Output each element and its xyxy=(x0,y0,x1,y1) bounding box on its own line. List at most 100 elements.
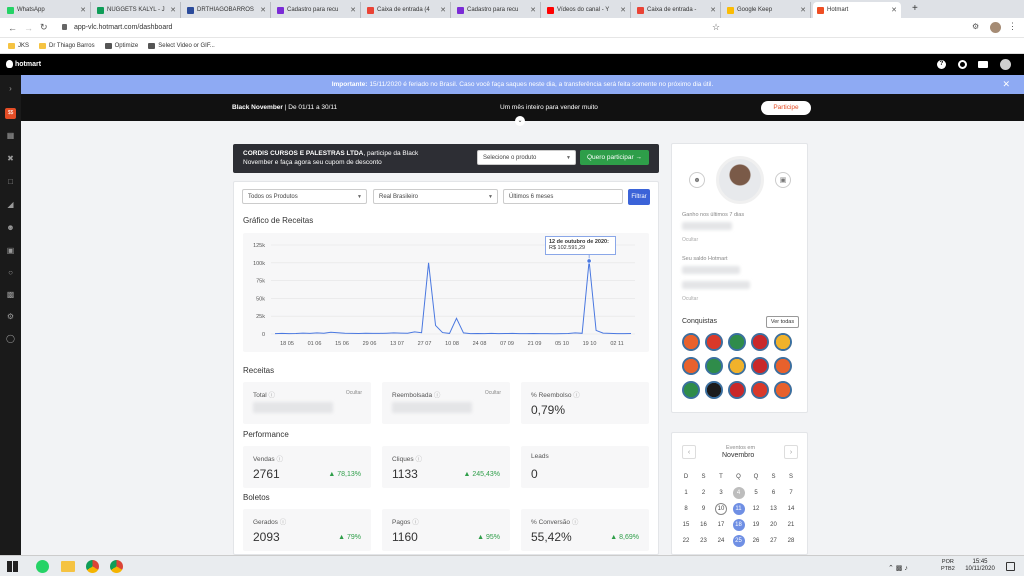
grid-icon[interactable]: ▦ xyxy=(5,130,16,141)
achievement-badge-icon[interactable] xyxy=(682,333,700,351)
user-avatar[interactable] xyxy=(1000,59,1011,70)
calendar-day[interactable]: 3 xyxy=(715,487,727,499)
calendar-day[interactable]: 26 xyxy=(750,535,762,547)
bookmark[interactable]: Select Video or GIF... xyxy=(148,42,215,49)
calendar-day[interactable]: 16 xyxy=(698,519,710,531)
filter-button[interactable]: Filtrar xyxy=(628,189,650,205)
chrome-taskbar-icon-2[interactable] xyxy=(110,560,123,573)
calendar-day[interactable]: 10 xyxy=(715,503,727,515)
browser-tab[interactable]: DRTHIAGOBARROS ✕ xyxy=(183,2,271,18)
calendar-day[interactable]: 12 xyxy=(750,503,762,515)
hotmart-logo[interactable]: hotmart xyxy=(6,60,41,68)
chevron-down-icon[interactable]: ⌄ xyxy=(515,116,525,126)
browser-tab[interactable]: Hotmart ✕ xyxy=(813,2,901,18)
user-profile-icon[interactable]: ☻ xyxy=(689,172,705,188)
calendar-day[interactable]: 13 xyxy=(768,503,780,515)
cart-icon[interactable]: ◢ xyxy=(5,199,16,210)
keyboard-language[interactable]: POR PTB2 xyxy=(941,559,955,573)
prev-month-button[interactable]: ‹ xyxy=(682,445,696,459)
browser-tab[interactable]: NUGGETS KALYL - J ✕ xyxy=(93,2,181,18)
browser-tab[interactable]: WhatsApp ✕ xyxy=(3,2,91,18)
box-icon[interactable]: □ xyxy=(5,176,16,187)
bookmark[interactable]: JKS xyxy=(8,42,29,49)
back-icon[interactable]: ← xyxy=(8,23,17,33)
achievement-badge-icon[interactable] xyxy=(728,357,746,375)
ocultar-link[interactable]: Ocultar xyxy=(682,296,698,302)
browser-tab[interactable]: Cadastro para recu ✕ xyxy=(273,2,361,18)
calendar-day[interactable]: 22 xyxy=(680,535,692,547)
tab-close-icon[interactable]: ✕ xyxy=(710,6,716,14)
calendar-day[interactable]: 6 xyxy=(768,487,780,499)
achievement-badge-icon[interactable] xyxy=(751,333,769,351)
achievement-badge-icon[interactable] xyxy=(682,357,700,375)
support-icon[interactable] xyxy=(958,60,967,69)
tab-close-icon[interactable]: ✕ xyxy=(440,6,446,14)
tab-close-icon[interactable]: ✕ xyxy=(891,6,897,14)
folder-taskbar-icon[interactable] xyxy=(61,561,75,572)
calendar-day[interactable]: 19 xyxy=(750,519,762,531)
calendar-day[interactable]: 2 xyxy=(698,487,710,499)
browser-tab[interactable]: Caixa de entrada (4 ✕ xyxy=(363,2,451,18)
chat-icon[interactable] xyxy=(978,61,988,68)
new-tab-icon[interactable]: + xyxy=(912,3,918,14)
calendar-day[interactable]: 24 xyxy=(715,535,727,547)
period-filter[interactable]: Últimos 6 meses xyxy=(503,189,623,204)
participar-button[interactable]: Quero participar → xyxy=(580,150,649,165)
forward-icon[interactable]: → xyxy=(24,23,33,33)
money-icon[interactable]: ○ xyxy=(5,267,16,278)
system-tray-icons[interactable]: ⌃ ▩ ♪ xyxy=(888,564,908,572)
currency-filter[interactable]: Real Brasileiro ▼ xyxy=(373,189,498,204)
menu-icon[interactable]: ⋮ xyxy=(1008,21,1017,32)
achievement-badge-icon[interactable] xyxy=(751,381,769,399)
achievement-badge-icon[interactable] xyxy=(774,333,792,351)
participe-button[interactable]: Participe xyxy=(761,101,811,115)
calendar-day[interactable]: 1 xyxy=(680,487,692,499)
browser-tab[interactable]: Google Keep ✕ xyxy=(723,2,811,18)
address-bar[interactable]: app-vlc.hotmart.com/dashboard xyxy=(74,24,172,31)
calendar-day[interactable]: 25 xyxy=(732,535,745,547)
expand-nav-icon[interactable]: › xyxy=(5,83,16,94)
products-filter[interactable]: Todos os Produtos ▼ xyxy=(242,189,367,204)
help-icon[interactable]: ? xyxy=(937,60,946,69)
calendar-day[interactable]: 28 xyxy=(785,535,797,547)
achievement-badge-icon[interactable] xyxy=(705,333,723,351)
calendar-day[interactable]: 17 xyxy=(715,519,727,531)
achievement-badge-icon[interactable] xyxy=(682,381,700,399)
calendar-day[interactable]: 27 xyxy=(768,535,780,547)
notifications-icon[interactable] xyxy=(1006,562,1015,571)
tab-close-icon[interactable]: ✕ xyxy=(260,6,266,14)
calendar-day[interactable]: 15 xyxy=(680,519,692,531)
calendar-day[interactable]: 14 xyxy=(785,503,797,515)
browser-tab[interactable]: Caixa de entrada - ✕ xyxy=(633,2,721,18)
achievement-badge-icon[interactable] xyxy=(705,381,723,399)
messages-icon[interactable]: ▣ xyxy=(5,245,16,256)
messages-icon[interactable]: ▣ xyxy=(775,172,791,188)
whatsapp-taskbar-icon[interactable] xyxy=(36,560,49,573)
tab-close-icon[interactable]: ✕ xyxy=(800,6,806,14)
calendar-day[interactable]: 9 xyxy=(698,503,710,515)
achievement-badge-icon[interactable] xyxy=(728,381,746,399)
calendar-day[interactable]: 7 xyxy=(785,487,797,499)
next-month-button[interactable]: › xyxy=(784,445,798,459)
calendar-day[interactable]: 21 xyxy=(785,519,797,531)
close-icon[interactable]: ✕ xyxy=(1002,79,1010,90)
calendar-day[interactable]: 11 xyxy=(732,503,745,515)
product-select[interactable]: Selecione o produto ▼ xyxy=(477,150,576,165)
ver-todas-button[interactable]: Ver todas xyxy=(766,316,799,328)
extensions-icon[interactable]: ⚙ xyxy=(972,22,979,31)
tab-close-icon[interactable]: ✕ xyxy=(170,6,176,14)
bookmark[interactable]: Dr Thiago Barros xyxy=(39,42,95,49)
people-icon[interactable]: ☻ xyxy=(5,222,16,233)
achievement-badge-icon[interactable] xyxy=(774,381,792,399)
ocultar-link[interactable]: Ocultar xyxy=(346,390,362,396)
tab-close-icon[interactable]: ✕ xyxy=(620,6,626,14)
tab-close-icon[interactable]: ✕ xyxy=(350,6,356,14)
ocultar-link[interactable]: Ocultar xyxy=(485,390,501,396)
ocultar-link[interactable]: Ocultar xyxy=(682,237,698,243)
logout-icon[interactable]: ◯ xyxy=(5,333,16,344)
calendar-day[interactable]: 8 xyxy=(680,503,692,515)
achievement-badge-icon[interactable] xyxy=(751,357,769,375)
calendar-day[interactable]: 18 xyxy=(732,519,745,531)
tools-icon[interactable]: ✖ xyxy=(5,153,16,164)
windows-start-icon[interactable] xyxy=(7,561,18,572)
